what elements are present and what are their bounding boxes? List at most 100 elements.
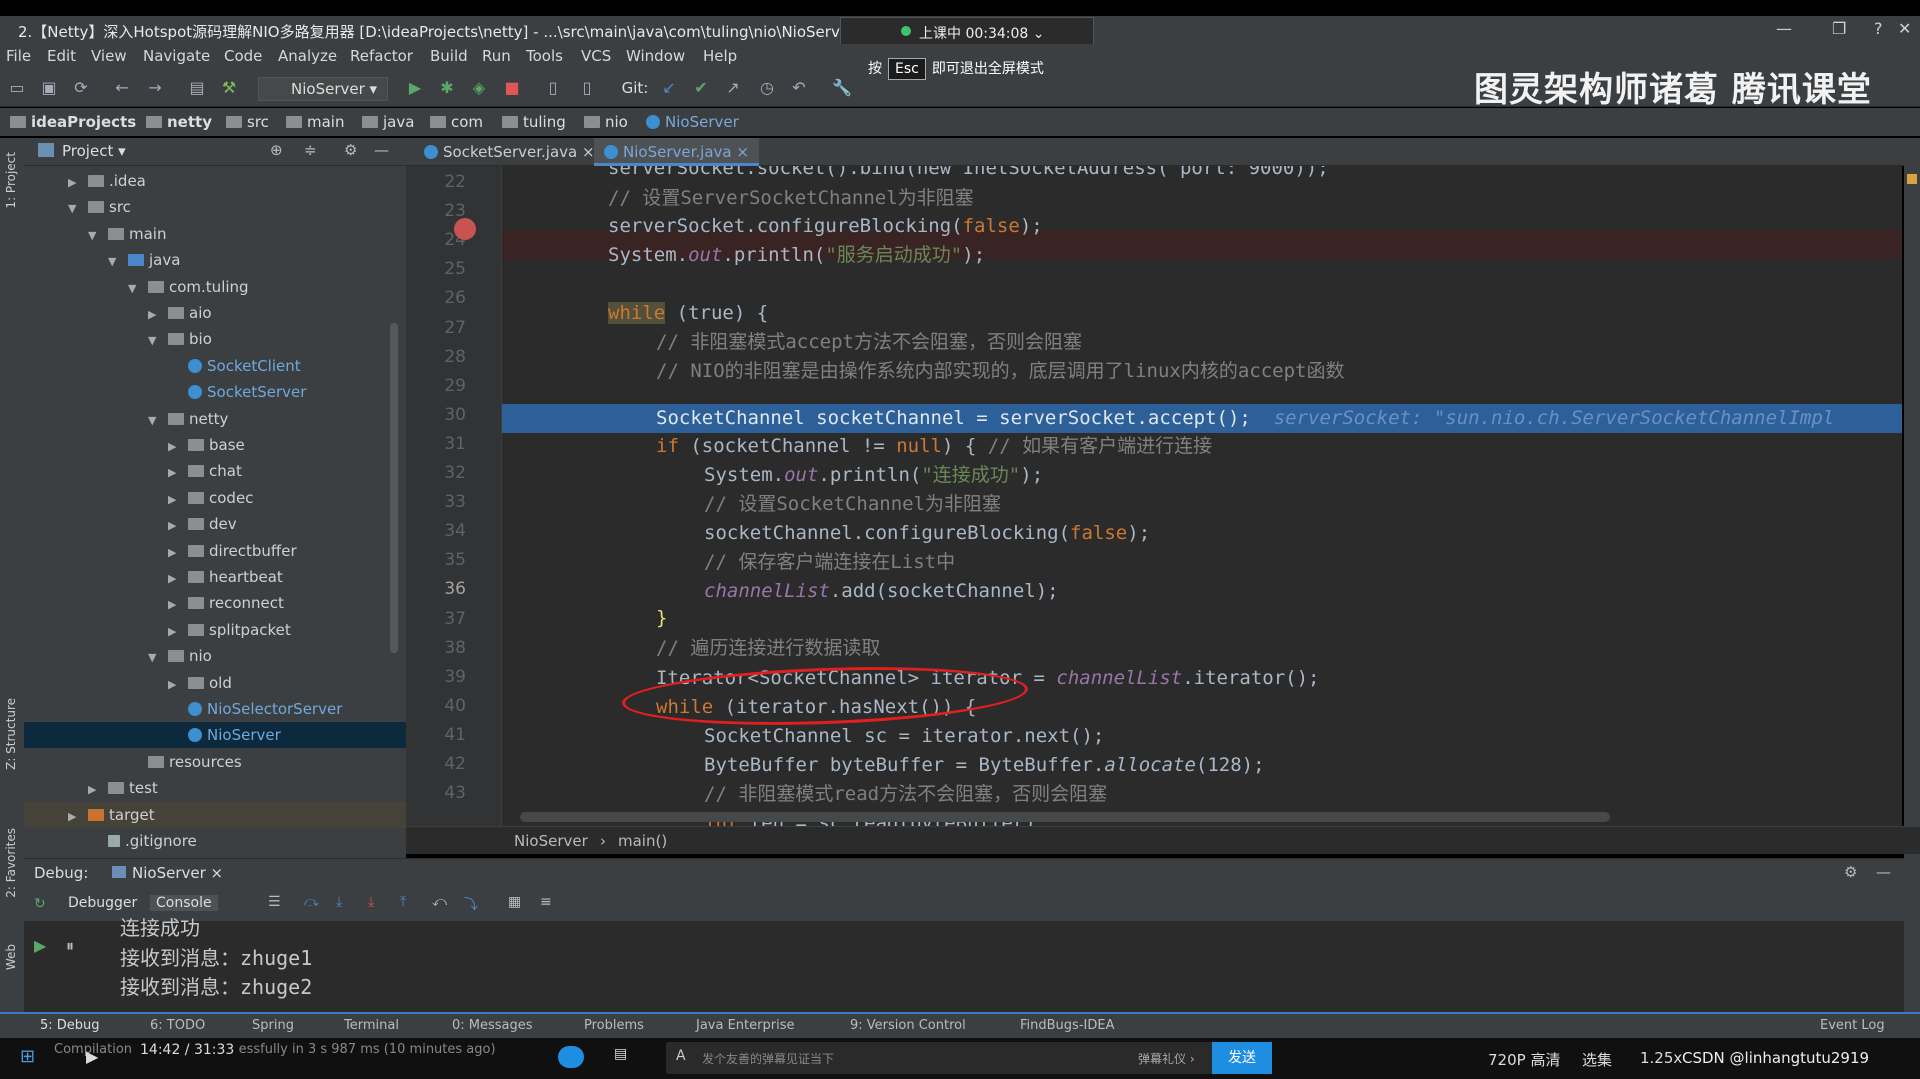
run-config-selector[interactable]: NioServer ▾ xyxy=(258,77,388,101)
breakpoint-icon[interactable] xyxy=(454,218,476,240)
debug-icon[interactable]: ✱ xyxy=(438,79,456,97)
collapsed-arrow-icon[interactable]: ▶ xyxy=(168,619,188,645)
menu-help[interactable]: Help xyxy=(703,47,737,65)
rerun-icon[interactable]: ↻ xyxy=(34,896,46,912)
menu-run[interactable]: Run xyxy=(482,47,511,65)
expanded-arrow-icon[interactable]: ▼ xyxy=(108,249,128,275)
recording-indicator[interactable]: 上课中 00:34:08 ⌄ xyxy=(840,17,1094,45)
line-number[interactable]: 38 xyxy=(406,638,466,658)
project-view-selector[interactable]: Project ▾ xyxy=(62,142,126,160)
crumb-nioserver[interactable]: NioServer xyxy=(646,113,739,131)
git-update-icon[interactable]: ↙ xyxy=(660,79,678,97)
tab-debugger[interactable]: Debugger xyxy=(68,895,137,911)
settings-gear-icon[interactable]: ⚙ xyxy=(344,141,357,159)
expanded-arrow-icon[interactable]: ▼ xyxy=(148,408,168,434)
collapsed-arrow-icon[interactable]: ▶ xyxy=(168,434,188,460)
menu-code[interactable]: Code xyxy=(224,47,262,65)
force-step-into-icon[interactable]: ⤓ xyxy=(368,894,374,910)
tab-nioserver[interactable]: NioServer.java × xyxy=(594,138,759,166)
menu-navigate[interactable]: Navigate xyxy=(143,47,210,65)
open-folder-icon[interactable]: ▭ xyxy=(8,79,26,97)
line-number[interactable]: 30 xyxy=(406,405,466,425)
episodes-button[interactable]: 选集 xyxy=(1582,1049,1612,1070)
collapsed-arrow-icon[interactable]: ▶ xyxy=(168,540,188,566)
menu-window[interactable]: Window xyxy=(626,47,685,65)
trace-icon[interactable]: ≡ xyxy=(540,894,552,910)
line-number[interactable]: 41 xyxy=(406,725,466,745)
restore-icon[interactable]: ❐ xyxy=(1832,19,1846,38)
tool-findbugs[interactable]: FindBugs-IDEA xyxy=(1020,1018,1114,1033)
resume-icon[interactable]: ▶ xyxy=(34,936,46,955)
project-tree-scrollbar[interactable] xyxy=(390,323,398,653)
tree-item-java[interactable]: ▼ java xyxy=(108,247,408,273)
line-number[interactable]: 31 xyxy=(406,434,466,454)
tree-item-netty[interactable]: ▼ netty xyxy=(148,406,448,432)
tree-item-nio[interactable]: ▼ nio xyxy=(148,643,448,669)
danmu-input[interactable]: A 发个友善的弹幕见证当下 弹幕礼仪 › 发送 xyxy=(666,1042,1272,1074)
line-number[interactable]: 25 xyxy=(406,259,466,279)
line-number[interactable]: 39 xyxy=(406,667,466,687)
windows-start-icon[interactable]: ⊞ xyxy=(20,1046,35,1067)
tool-messages[interactable]: 0: Messages xyxy=(452,1018,533,1033)
tree-item-com-tuling[interactable]: ▼ com.tuling xyxy=(128,274,428,300)
tool-problems[interactable]: Problems xyxy=(584,1018,644,1033)
vcs-update-icon[interactable]: ▯ xyxy=(544,79,562,97)
structure-icon[interactable]: ▤ xyxy=(188,79,206,97)
build-hammer-icon[interactable]: ⚒ xyxy=(220,79,238,97)
collapsed-arrow-icon[interactable]: ▶ xyxy=(68,170,88,196)
run-to-cursor-icon[interactable]: ⤵ xyxy=(464,894,478,914)
history-icon[interactable]: ◷ xyxy=(758,79,776,97)
collapsed-arrow-icon[interactable]: ▶ xyxy=(168,672,188,698)
crumb-nio[interactable]: nio xyxy=(584,113,628,131)
structure-tool-tab[interactable]: Z: Structure xyxy=(4,698,18,770)
code-editor[interactable]: serverSocket.socket().bind(new InetSocke… xyxy=(502,166,1902,826)
crumb-method-main[interactable]: main() xyxy=(618,832,667,850)
line-number[interactable]: 27 xyxy=(406,318,466,338)
git-commit-icon[interactable]: ✔ xyxy=(692,79,710,97)
tree-item-nioserver[interactable]: NioServer xyxy=(24,722,406,749)
rollback-icon[interactable]: ↶ xyxy=(790,79,808,97)
minimize-icon[interactable]: — xyxy=(1776,19,1792,38)
crumb-com[interactable]: com xyxy=(430,113,483,131)
debug-hide-icon[interactable]: — xyxy=(1876,863,1891,881)
git-push-icon[interactable]: ↗ xyxy=(724,79,742,97)
crumb-src[interactable]: src xyxy=(226,113,269,131)
tree-item-src[interactable]: ▼ src xyxy=(68,194,368,220)
menu-view[interactable]: View xyxy=(91,47,127,65)
wrench-icon[interactable]: 🔧 xyxy=(832,79,852,97)
line-number[interactable]: 33 xyxy=(406,492,466,512)
crumb-tuling[interactable]: tuling xyxy=(502,113,566,131)
crumb-class-nioserver[interactable]: NioServer xyxy=(514,832,588,850)
tool-event-log[interactable]: Event Log xyxy=(1820,1018,1885,1033)
danmu-etiquette-link[interactable]: 弹幕礼仪 › xyxy=(1138,1050,1195,1067)
tab-console[interactable]: Console xyxy=(150,895,218,911)
step-out-icon[interactable]: ⤒ xyxy=(400,894,406,910)
line-number[interactable]: 35 xyxy=(406,550,466,570)
play-icon[interactable]: ▶ xyxy=(86,1047,98,1066)
expanded-arrow-icon[interactable]: ▼ xyxy=(148,645,168,671)
stop-icon[interactable]: ■ xyxy=(503,79,521,97)
project-tool-tab[interactable]: 1: Project xyxy=(4,152,18,209)
collapsed-arrow-icon[interactable]: ▶ xyxy=(168,487,188,513)
danmu-toggle-icon[interactable] xyxy=(558,1046,584,1068)
tree-item-resources[interactable]: resources xyxy=(128,749,428,775)
line-number[interactable]: 32 xyxy=(406,463,466,483)
menu-file[interactable]: File xyxy=(6,47,31,65)
line-number[interactable]: 29 xyxy=(406,376,466,396)
line-number[interactable]: 43 xyxy=(406,783,466,803)
menu-edit[interactable]: Edit xyxy=(47,47,76,65)
expanded-arrow-icon[interactable]: ▼ xyxy=(148,328,168,354)
speed-selector[interactable]: 1.25x xyxy=(1640,1049,1682,1067)
quality-selector[interactable]: 720P 高清 xyxy=(1488,1049,1560,1070)
back-icon[interactable]: ← xyxy=(113,79,131,97)
danmu-font-icon[interactable]: A xyxy=(676,1048,686,1064)
tree-item--gitignore[interactable]: .gitignore xyxy=(88,828,388,854)
step-into-icon[interactable]: ⤓ xyxy=(336,894,342,910)
collapsed-arrow-icon[interactable]: ▶ xyxy=(168,513,188,539)
tree-item-main[interactable]: ▼ main xyxy=(88,221,388,247)
run-icon[interactable]: ▶ xyxy=(406,79,424,97)
expanded-arrow-icon[interactable]: ▼ xyxy=(88,223,108,249)
vcs-push-icon[interactable]: ▯ xyxy=(578,79,596,97)
coverage-icon[interactable]: ◈ xyxy=(470,79,488,97)
crumb-netty[interactable]: netty xyxy=(146,113,212,131)
